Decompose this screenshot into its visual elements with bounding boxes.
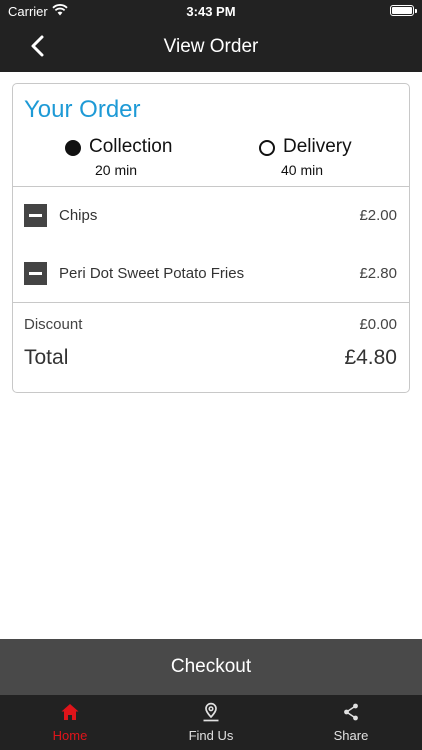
total-label: Total — [24, 346, 69, 369]
clock: 3:43 PM — [186, 4, 236, 19]
collection-label: Collection — [89, 136, 173, 157]
home-icon — [61, 704, 79, 720]
order-card: Your Order Collection 20 min Delivery 40… — [12, 83, 410, 393]
item-name: Peri Dot Sweet Potato Fries — [59, 265, 245, 282]
collection-option[interactable]: Collection 20 min — [65, 136, 205, 180]
item-price: £2.80 — [359, 265, 397, 282]
checkout-button[interactable]: Checkout — [0, 639, 422, 695]
discount-label: Discount — [24, 316, 83, 333]
order-item-row: Chips £2.00 — [13, 196, 409, 236]
tab-bar: Home Find Us Share — [0, 695, 422, 750]
collection-time: 20 min — [95, 162, 138, 178]
tab-share-label: Share — [333, 728, 369, 743]
delivery-option[interactable]: Delivery 40 min — [259, 136, 379, 180]
divider — [13, 186, 409, 187]
tab-find-us-label: Find Us — [188, 728, 234, 743]
delivery-label: Delivery — [283, 136, 352, 157]
delivery-time: 40 min — [281, 162, 324, 178]
item-price: £2.00 — [359, 207, 397, 224]
remove-item-button[interactable] — [24, 204, 47, 227]
navigation-bar: View Order — [0, 22, 422, 72]
tab-find-us[interactable]: Find Us — [141, 695, 281, 750]
order-item-row: Peri Dot Sweet Potato Fries £2.80 — [13, 254, 409, 294]
share-icon — [344, 703, 358, 721]
item-name: Chips — [59, 207, 98, 224]
tab-share[interactable]: Share — [281, 695, 421, 750]
tab-home[interactable]: Home — [0, 695, 140, 750]
page-title: View Order — [163, 36, 259, 57]
total-value: £4.80 — [344, 346, 397, 369]
battery-icon — [390, 5, 417, 16]
divider — [13, 302, 409, 303]
status-bar: Carrier 3:43 PM — [0, 0, 422, 22]
order-heading: Your Order — [24, 96, 141, 123]
remove-item-button[interactable] — [24, 262, 47, 285]
map-pin-icon — [203, 702, 219, 722]
collection-radio[interactable] — [65, 140, 81, 156]
discount-value: £0.00 — [359, 316, 397, 333]
delivery-radio[interactable] — [259, 140, 275, 156]
tab-home-label: Home — [52, 728, 88, 743]
